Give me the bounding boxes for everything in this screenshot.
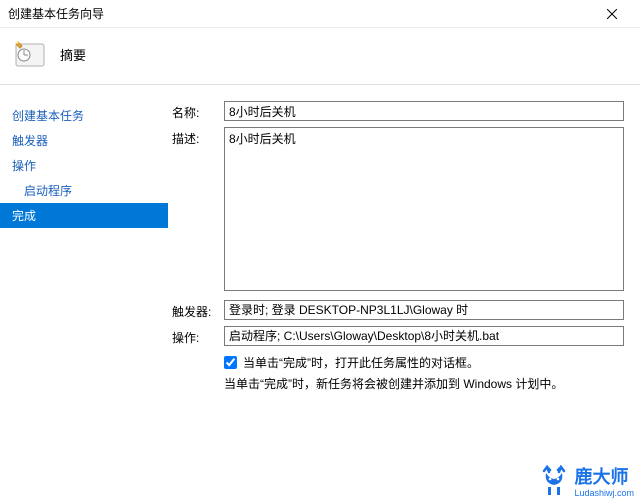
finish-note: 当单击“完成”时，新任务将会被创建并添加到 Windows 计划中。: [224, 375, 624, 394]
wizard-heading: 摘要: [60, 45, 86, 64]
row-name: 名称:: [172, 101, 624, 121]
row-action: 操作: 启动程序; C:\Users\Gloway\Desktop\8小时关机.…: [172, 326, 624, 346]
sidebar-item-create-task[interactable]: 创建基本任务: [0, 103, 168, 128]
name-label: 名称:: [172, 101, 224, 121]
action-label: 操作:: [172, 326, 224, 346]
desc-label: 描述:: [172, 127, 224, 147]
wizard-content: 名称: 描述: 触发器: 登录时; 登录 DESKTOP-NP3L1LJ\Glo…: [168, 85, 640, 502]
window-title: 创建基本任务向导: [8, 5, 592, 22]
wizard-header-icon: [14, 38, 46, 70]
name-input[interactable]: [224, 101, 624, 121]
titlebar: 创建基本任务向导: [0, 0, 640, 28]
action-value: 启动程序; C:\Users\Gloway\Desktop\8小时关机.bat: [224, 326, 624, 346]
sidebar-item-finish[interactable]: 完成: [0, 203, 168, 228]
trigger-label: 触发器:: [172, 300, 224, 320]
desc-textarea[interactable]: [224, 127, 624, 291]
trigger-value: 登录时; 登录 DESKTOP-NP3L1LJ\Gloway 时: [224, 300, 624, 320]
close-button[interactable]: [592, 0, 632, 27]
close-icon: [607, 6, 617, 22]
sidebar-item-action[interactable]: 操作: [0, 153, 168, 178]
sidebar-item-trigger[interactable]: 触发器: [0, 128, 168, 153]
sidebar-item-start-program[interactable]: 启动程序: [0, 178, 168, 203]
wizard-sidebar: 创建基本任务 触发器 操作 启动程序 完成: [0, 85, 168, 502]
open-properties-checkbox[interactable]: [224, 356, 237, 369]
row-description: 描述:: [172, 127, 624, 294]
wizard-window: 创建基本任务向导 摘要 创建基本任务 触发器 操作 启动程序 完成: [0, 0, 640, 502]
wizard-body: 创建基本任务 触发器 操作 启动程序 完成 名称: 描述: 触发器:: [0, 85, 640, 502]
wizard-header: 摘要: [0, 28, 640, 85]
row-trigger: 触发器: 登录时; 登录 DESKTOP-NP3L1LJ\Gloway 时: [172, 300, 624, 320]
open-properties-label: 当单击“完成”时，打开此任务属性的对话框。: [243, 354, 479, 371]
row-open-properties: 当单击“完成”时，打开此任务属性的对话框。: [224, 354, 624, 371]
